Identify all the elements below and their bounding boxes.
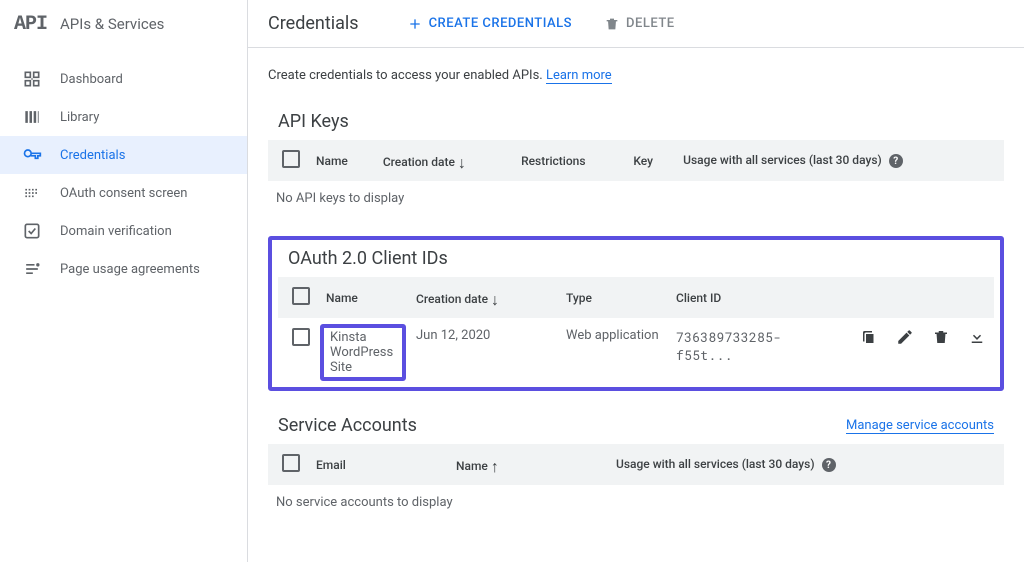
library-icon: [22, 107, 42, 127]
page-title: Credentials: [268, 13, 359, 34]
brand-logo: API: [14, 13, 47, 36]
create-credentials-button[interactable]: CREATE CREDENTIALS: [399, 10, 580, 38]
check-icon: [22, 221, 42, 241]
delete-button[interactable]: DELETE: [596, 10, 683, 38]
agreements-icon: [22, 259, 42, 279]
table-row[interactable]: Kinsta WordPress Site Jun 12, 2020 Web a…: [278, 318, 994, 387]
topbar: Credentials CREATE CREDENTIALS DELETE: [248, 0, 1024, 48]
sidebar-item-domain-verification[interactable]: Domain verification: [0, 212, 247, 250]
row-checkbox[interactable]: [292, 328, 310, 346]
sidebar-item-credentials[interactable]: Credentials: [0, 136, 247, 174]
download-icon[interactable]: [968, 328, 986, 346]
select-all-checkbox[interactable]: [282, 150, 300, 168]
row-actions: [852, 328, 986, 346]
brand: API APIs & Services: [0, 0, 247, 48]
arrow-up-icon: ↑: [491, 457, 499, 476]
service-accounts-title: Service Accounts: [278, 415, 417, 436]
col-creation-date[interactable]: Creation date ↓: [408, 277, 558, 318]
oauth-client-type: Web application: [558, 318, 668, 387]
consent-icon: [22, 183, 42, 203]
api-keys-section: API Keys Name Creation date ↓ Restrictio…: [268, 107, 1004, 216]
create-label: CREATE CREDENTIALS: [429, 16, 572, 31]
col-restrictions[interactable]: Restrictions: [513, 140, 625, 181]
sidebar-item-oauth-consent[interactable]: OAuth consent screen: [0, 174, 247, 212]
intro-text: Create credentials to access your enable…: [268, 68, 1004, 83]
arrow-down-icon: ↓: [491, 290, 499, 309]
help-icon[interactable]: ?: [822, 458, 836, 472]
col-client-id[interactable]: Client ID: [668, 277, 844, 318]
service-accounts-table: Email Name ↑ Usage with all services (la…: [268, 444, 1004, 520]
col-key[interactable]: Key: [625, 140, 675, 181]
key-icon: [22, 145, 42, 165]
learn-more-link[interactable]: Learn more: [546, 68, 612, 84]
content: Create credentials to access your enable…: [248, 48, 1024, 562]
service-accounts-empty: No service accounts to display: [268, 485, 1004, 520]
trash-icon: [604, 16, 620, 32]
arrow-down-icon: ↓: [458, 153, 466, 172]
delete-label: DELETE: [626, 16, 675, 31]
select-all-checkbox[interactable]: [282, 454, 300, 472]
nav-label: Domain verification: [60, 224, 172, 239]
edit-icon[interactable]: [896, 328, 914, 346]
col-usage[interactable]: Usage with all services (last 30 days) ?: [675, 140, 1004, 181]
col-usage[interactable]: Usage with all services (last 30 days) ?: [608, 444, 1004, 485]
oauth-title: OAuth 2.0 Client IDs: [288, 248, 448, 269]
intro-body: Create credentials to access your enable…: [268, 68, 546, 83]
api-keys-empty: No API keys to display: [268, 181, 1004, 216]
plus-icon: [407, 16, 423, 32]
sidebar-item-library[interactable]: Library: [0, 98, 247, 136]
nav-label: Page usage agreements: [60, 262, 200, 277]
select-all-checkbox[interactable]: [292, 287, 310, 305]
oauth-client-date: Jun 12, 2020: [408, 318, 558, 387]
oauth-client-name[interactable]: Kinsta WordPress Site: [320, 324, 406, 381]
nav-label: Library: [60, 110, 99, 125]
col-email[interactable]: Email: [308, 444, 448, 485]
nav-label: OAuth consent screen: [60, 186, 187, 201]
main: Credentials CREATE CREDENTIALS DELETE Cr…: [248, 0, 1024, 562]
oauth-table: Name Creation date ↓ Type Client ID Kins…: [278, 277, 994, 387]
api-keys-table: Name Creation date ↓ Restrictions Key Us…: [268, 140, 1004, 216]
api-keys-title: API Keys: [278, 111, 349, 132]
brand-title: APIs & Services: [60, 15, 164, 33]
nav-label: Dashboard: [60, 72, 123, 87]
col-type[interactable]: Type: [558, 277, 668, 318]
col-name[interactable]: Name ↑: [448, 444, 608, 485]
sidebar-item-dashboard[interactable]: Dashboard: [0, 60, 247, 98]
copy-icon[interactable]: [860, 328, 878, 346]
help-icon[interactable]: ?: [889, 154, 903, 168]
col-creation-date[interactable]: Creation date ↓: [375, 140, 513, 181]
service-accounts-section: Service Accounts Manage service accounts…: [268, 411, 1004, 520]
col-name[interactable]: Name: [318, 277, 408, 318]
col-name[interactable]: Name: [308, 140, 375, 181]
oauth-client-id: 736389733285-f55t...: [668, 318, 844, 387]
sidebar-item-page-usage[interactable]: Page usage agreements: [0, 250, 247, 288]
delete-icon[interactable]: [932, 328, 950, 346]
sidebar: API APIs & Services Dashboard Library Cr…: [0, 0, 248, 562]
manage-service-accounts-link[interactable]: Manage service accounts: [846, 418, 994, 434]
nav-label: Credentials: [60, 148, 125, 163]
dashboard-icon: [22, 69, 42, 89]
sidebar-nav: Dashboard Library Credentials OAuth cons…: [0, 48, 247, 288]
oauth-section: OAuth 2.0 Client IDs Name Creation date …: [268, 236, 1004, 391]
